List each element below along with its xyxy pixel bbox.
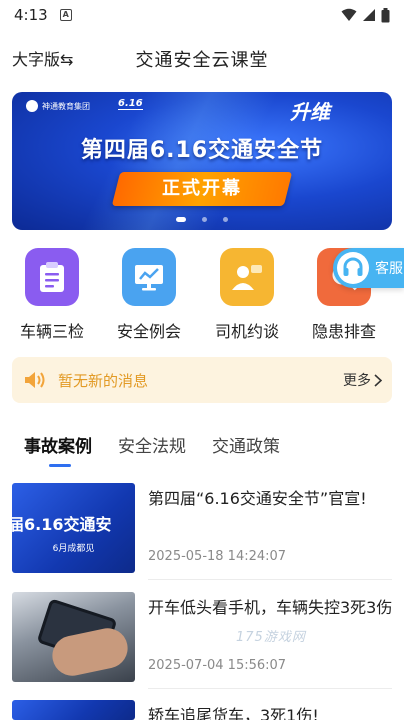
banner-org-name: 神通教育集团 — [42, 101, 90, 111]
app-header: 大字版⇆ 交通安全云课堂 — [0, 40, 404, 76]
thumbnail-text: 届6.16交通安 — [12, 515, 112, 534]
news-item[interactable]: 届6.16交通安 6月成都见 第四届“6.16交通安全节”官宣! 2025-05… — [12, 483, 392, 587]
notice-bar[interactable]: 暂无新的消息 更多 — [12, 357, 392, 403]
banner-brand: 升维 — [290, 100, 330, 124]
battery-icon — [381, 7, 390, 22]
banner-pager — [12, 217, 392, 222]
tab-traffic-policy[interactable]: 交通政策 — [212, 432, 280, 457]
news-title: 开车低头看手机，车辆失控3死3伤 — [148, 598, 393, 617]
promo-banner[interactable]: 神通教育集团 6.16 升维 第四届6.16交通安全节 正式开幕 — [12, 92, 392, 230]
driver-chat-icon — [220, 248, 274, 306]
news-thumbnail: 届6.16交通安 6月成都见 — [12, 483, 135, 573]
tab-safety-regulations[interactable]: 安全法规 — [118, 432, 186, 457]
customer-service-button[interactable]: 客服 — [333, 248, 404, 288]
thumbnail-subtext: 6月成都见 — [52, 544, 95, 554]
banner-org-logo: 神通教育集团 — [26, 100, 90, 112]
quick-action-driver-interview[interactable]: 司机约谈 — [207, 248, 287, 342]
news-thumbnail — [12, 700, 135, 720]
wifi-icon — [341, 8, 357, 21]
news-title: 轿车追尾货车，3死1伤! — [148, 706, 319, 720]
quick-action-safety-meeting[interactable]: 安全例会 — [109, 248, 189, 342]
speaker-icon — [25, 372, 45, 388]
notice-more-label: 更多 — [343, 373, 371, 389]
status-time: 4:13 — [14, 6, 48, 24]
divider — [148, 688, 392, 689]
tab-accident-cases[interactable]: 事故案例 — [24, 432, 92, 457]
signal-icon — [363, 9, 375, 21]
banner-cta: 正式开幕 — [162, 178, 242, 199]
news-item[interactable]: 轿车追尾货车，3死1伤! — [12, 700, 392, 720]
checklist-icon — [25, 248, 79, 306]
divider — [148, 579, 392, 580]
banner-event-logo: 6.16 — [118, 98, 143, 110]
news-title: 第四届“6.16交通安全节”官宣! — [148, 489, 367, 508]
headset-icon — [337, 252, 369, 284]
news-tabs: 事故案例 安全法规 交通政策 — [0, 432, 404, 472]
banner-title: 第四届6.16交通安全节 — [80, 138, 324, 163]
pager-dot[interactable] — [176, 217, 186, 222]
quick-action-label: 车辆三检 — [19, 322, 84, 341]
customer-service-label: 客服 — [375, 261, 403, 277]
org-logo-icon — [26, 100, 38, 112]
quick-action-label: 安全例会 — [116, 322, 181, 341]
page-title: 交通安全云课堂 — [135, 50, 269, 71]
news-thumbnail — [12, 592, 135, 682]
notification-a-icon: A — [59, 9, 72, 21]
watermark: 175游戏网 — [236, 630, 306, 645]
quick-action-label: 司机约谈 — [214, 322, 279, 341]
status-icons — [341, 7, 390, 23]
chevron-right-icon — [374, 373, 382, 387]
status-bar: 4:13 A — [0, 0, 404, 30]
notice-more-button[interactable]: 更多 — [343, 370, 382, 390]
quick-action-label: 隐患排查 — [311, 322, 376, 341]
news-date: 2025-05-18 14:24:07 — [148, 549, 287, 564]
notice-text: 暂无新的消息 — [58, 371, 149, 390]
news-item[interactable]: 开车低头看手机，车辆失控3死3伤 2025-07-04 15:56:07 — [12, 592, 392, 696]
pager-dot[interactable] — [223, 217, 228, 222]
news-date: 2025-07-04 15:56:07 — [148, 658, 287, 673]
quick-action-vehicle-check[interactable]: 车辆三检 — [12, 248, 92, 342]
pager-dot[interactable] — [202, 217, 207, 222]
chart-screen-icon — [122, 248, 176, 306]
active-tab-indicator — [49, 464, 71, 467]
